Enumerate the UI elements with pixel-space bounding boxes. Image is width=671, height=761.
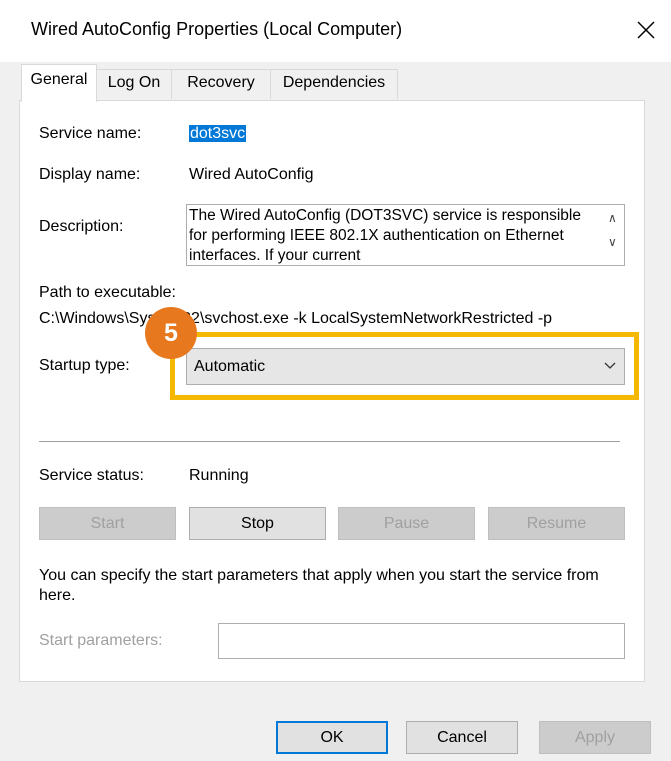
start-parameters-label: Start parameters:: [39, 632, 163, 649]
close-button[interactable]: [628, 10, 664, 50]
tab-general[interactable]: General: [21, 64, 97, 102]
window-title: Wired AutoConfig Properties (Local Compu…: [31, 19, 403, 39]
service-name-value[interactable]: dot3svc: [189, 125, 247, 143]
chevron-down-icon: [604, 362, 616, 369]
service-status-label: Service status:: [39, 467, 144, 484]
title-bar: Wired AutoConfig Properties (Local Compu…: [0, 0, 671, 62]
startup-type-value: Automatic: [194, 358, 266, 375]
tab-dependencies[interactable]: Dependencies: [270, 69, 398, 99]
close-icon: [637, 21, 655, 39]
tab-recovery[interactable]: Recovery: [171, 69, 271, 99]
startup-type-label: Startup type:: [39, 357, 130, 374]
divider: [39, 441, 620, 442]
start-button[interactable]: Start: [39, 507, 176, 540]
apply-button[interactable]: Apply: [539, 721, 651, 754]
service-status-value: Running: [189, 467, 249, 484]
service-name-label: Service name:: [39, 125, 142, 142]
step-badge: 5: [145, 307, 197, 359]
cancel-button[interactable]: Cancel: [406, 721, 518, 754]
start-parameters-input[interactable]: [218, 623, 625, 659]
display-name-label: Display name:: [39, 166, 141, 183]
ok-button[interactable]: OK: [276, 721, 388, 754]
pause-button[interactable]: Pause: [338, 507, 475, 540]
resume-button[interactable]: Resume: [488, 507, 625, 540]
startup-type-dropdown[interactable]: Automatic: [186, 348, 625, 385]
path-value[interactable]: C:\Windows\System32\svchost.exe -k Local…: [39, 310, 552, 328]
path-label: Path to executable:: [39, 284, 176, 301]
scroll-up-icon[interactable]: ∧: [608, 211, 617, 225]
stop-button[interactable]: Stop: [189, 507, 326, 540]
scroll-down-icon[interactable]: ∨: [608, 235, 617, 249]
description-label: Description:: [39, 218, 124, 235]
service-name-text: dot3svc: [189, 125, 247, 142]
start-parameters-note: You can specify the start parameters tha…: [39, 567, 599, 604]
tab-log-on[interactable]: Log On: [96, 69, 172, 99]
description-box[interactable]: The Wired AutoConfig (DOT3SVC) service i…: [186, 204, 625, 266]
description-scrollbar[interactable]: ∧ ∨: [604, 205, 624, 265]
description-text: The Wired AutoConfig (DOT3SVC) service i…: [189, 207, 581, 264]
display-name-value[interactable]: Wired AutoConfig: [189, 166, 314, 184]
